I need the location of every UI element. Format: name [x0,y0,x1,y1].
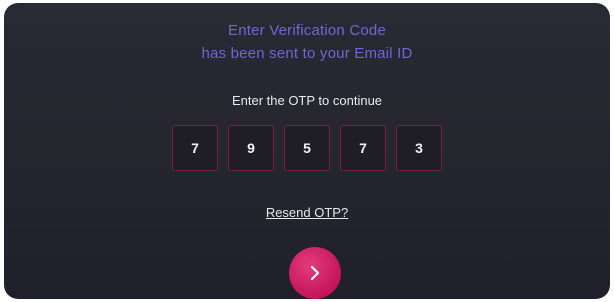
resend-otp-link[interactable]: Resend OTP? [266,205,348,220]
otp-digit-5[interactable]: 3 [396,125,442,171]
otp-digit-1[interactable]: 7 [172,125,218,171]
otp-input-group: 7 9 5 7 3 [4,125,610,171]
verification-screen: Enter Verification Code has been sent to… [4,3,610,299]
otp-digit-2[interactable]: 9 [228,125,274,171]
title-line-1: Enter Verification Code [227,22,387,39]
title-line-2: has been sent to your Email ID [201,45,413,62]
chevron-right-icon [310,265,320,281]
otp-digit-4[interactable]: 7 [340,125,386,171]
otp-prompt: Enter the OTP to continue [231,93,383,108]
resend-container: Resend OTP? [4,204,610,222]
next-button[interactable] [289,247,341,299]
otp-digit-3[interactable]: 5 [284,125,330,171]
